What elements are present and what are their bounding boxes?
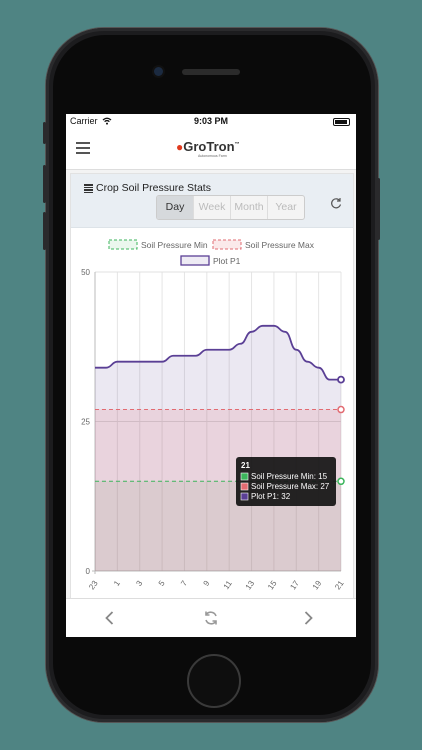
app-screen: Carrier 9:03 PM ●GroTron™ Autonomous Far… [66, 114, 356, 637]
tooltip-row: Plot P1: 32 [251, 492, 291, 501]
soil-pressure-max-point[interactable] [337, 405, 345, 414]
tooltip-swatch [240, 492, 249, 501]
tooltip-title: 21 [241, 461, 250, 470]
x-tick-label: 11 [222, 579, 234, 591]
legend-min-swatch [108, 239, 138, 250]
y-tick-label: 0 [86, 567, 91, 576]
mute-switch [43, 122, 46, 144]
x-tick-label: 7 [179, 579, 189, 588]
earpiece-speaker [182, 69, 240, 75]
home-button[interactable] [187, 654, 241, 708]
soil-pressure-chart: 0255023 1 3 5 7 9 11 13 15 17 19 21Soil Pressure Mi… [81, 239, 346, 592]
chevron-right-icon[interactable] [298, 608, 318, 628]
legend-max-label: Soil Pressure Max [245, 240, 315, 250]
y-tick-label: 50 [81, 268, 90, 277]
x-tick-label: 19 [311, 579, 324, 592]
power-button [377, 178, 380, 240]
x-tick-label: 15 [266, 579, 279, 592]
tooltip-row: Soil Pressure Min: 15 [251, 472, 328, 481]
x-tick-label: 23 [87, 579, 100, 592]
x-tick-label: 17 [288, 579, 301, 592]
chevron-left-icon[interactable] [100, 608, 120, 628]
legend-plot-label: Plot P1 [213, 256, 241, 266]
x-tick-label: 3 [134, 579, 144, 588]
legend-min-label: Soil Pressure Min [141, 240, 208, 250]
soil-pressure-min-point[interactable] [337, 477, 345, 486]
x-tick-label: 9 [202, 579, 212, 588]
tooltip-row: Soil Pressure Max: 27 [251, 482, 330, 491]
tooltip-swatch [240, 472, 249, 481]
front-camera [154, 67, 163, 76]
legend-plot-swatch [180, 255, 210, 266]
legend-max-swatch [212, 239, 242, 250]
x-tick-label: 21 [333, 579, 346, 592]
volume-down-button [43, 212, 46, 250]
x-tick-label: 13 [244, 579, 257, 592]
volume-up-button [43, 165, 46, 203]
y-tick-label: 25 [81, 418, 90, 427]
refresh-icon-bottom[interactable] [201, 608, 221, 628]
x-tick-label: 1 [112, 579, 122, 588]
tooltip-swatch [240, 482, 249, 491]
bottom-toolbar [66, 598, 356, 637]
plot-p1-point[interactable] [337, 375, 345, 384]
x-tick-label: 5 [157, 579, 167, 588]
